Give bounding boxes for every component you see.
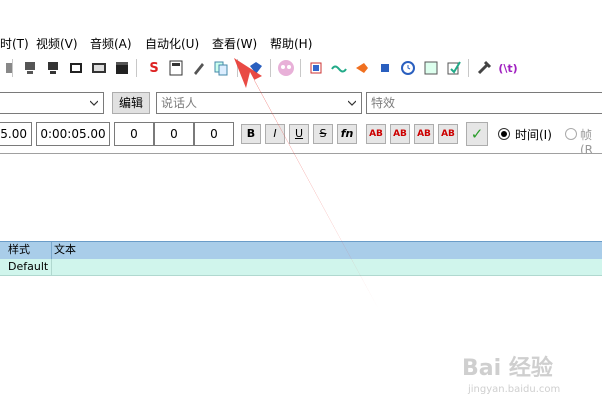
watermark-logo: Bai 经验 [462, 356, 553, 381]
annotation-arrow [234, 58, 378, 308]
watermark-url: jingyan.baidu.com [468, 384, 561, 395]
